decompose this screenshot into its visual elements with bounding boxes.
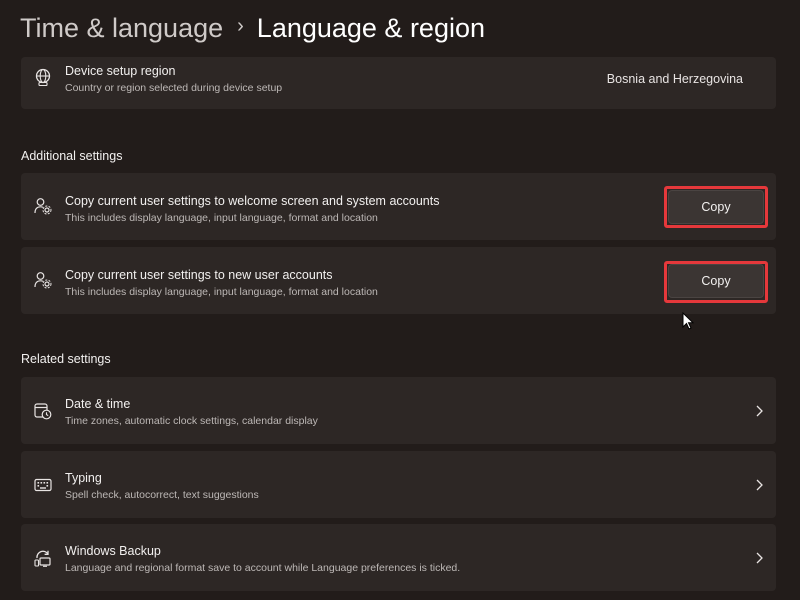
device-region-subtitle: Country or region selected during device…	[65, 82, 283, 94]
copy-to-welcome-screen-card: Copy current user settings to welcome sc…	[21, 173, 776, 240]
copy-welcome-title: Copy current user settings to welcome sc…	[65, 194, 440, 208]
additional-settings-heading: Additional settings	[21, 149, 123, 163]
copy-new-users-title: Copy current user settings to new user a…	[65, 268, 333, 282]
device-region-value: Bosnia and Herzegovina	[606, 72, 743, 86]
typing-title: Typing	[65, 471, 102, 485]
breadcrumb-separator: ›	[237, 14, 244, 37]
settings-page: Time & language › Language & region Devi…	[0, 0, 800, 600]
mouse-cursor-icon	[682, 312, 694, 330]
date-time-link[interactable]: Date & time Time zones, automatic clock …	[21, 377, 776, 444]
date-time-subtitle: Time zones, automatic clock settings, ca…	[65, 415, 318, 427]
copy-new-users-subtitle: This includes display language, input la…	[65, 286, 378, 298]
globe-icon	[35, 68, 51, 86]
breadcrumb: Time & language › Language & region	[20, 8, 485, 48]
clock-calendar-icon	[34, 403, 52, 420]
device-region-title: Device setup region	[65, 64, 176, 78]
backup-icon	[34, 550, 51, 567]
device-setup-region-card: Device setup region Country or region se…	[21, 57, 776, 109]
breadcrumb-parent-link[interactable]: Time & language	[20, 13, 223, 44]
windows-backup-title: Windows Backup	[65, 544, 161, 558]
keyboard-icon	[34, 478, 52, 492]
typing-subtitle: Spell check, autocorrect, text suggestio…	[65, 489, 259, 501]
copy-welcome-button[interactable]: Copy	[668, 190, 764, 224]
typing-link[interactable]: Typing Spell check, autocorrect, text su…	[21, 451, 776, 518]
user-settings-icon	[34, 198, 52, 215]
chevron-right-icon	[756, 479, 763, 491]
related-settings-heading: Related settings	[21, 352, 111, 366]
chevron-right-icon	[756, 552, 763, 564]
page-title: Language & region	[256, 12, 485, 43]
windows-backup-subtitle: Language and regional format save to acc…	[65, 562, 461, 574]
chevron-right-icon	[756, 405, 763, 417]
date-time-title: Date & time	[65, 397, 131, 411]
user-settings-icon	[34, 272, 52, 289]
copy-new-users-button[interactable]: Copy	[668, 264, 764, 298]
windows-backup-link[interactable]: Windows Backup Language and regional for…	[21, 524, 776, 591]
copy-welcome-subtitle: This includes display language, input la…	[65, 212, 378, 224]
copy-to-new-users-card: Copy current user settings to new user a…	[21, 247, 776, 314]
